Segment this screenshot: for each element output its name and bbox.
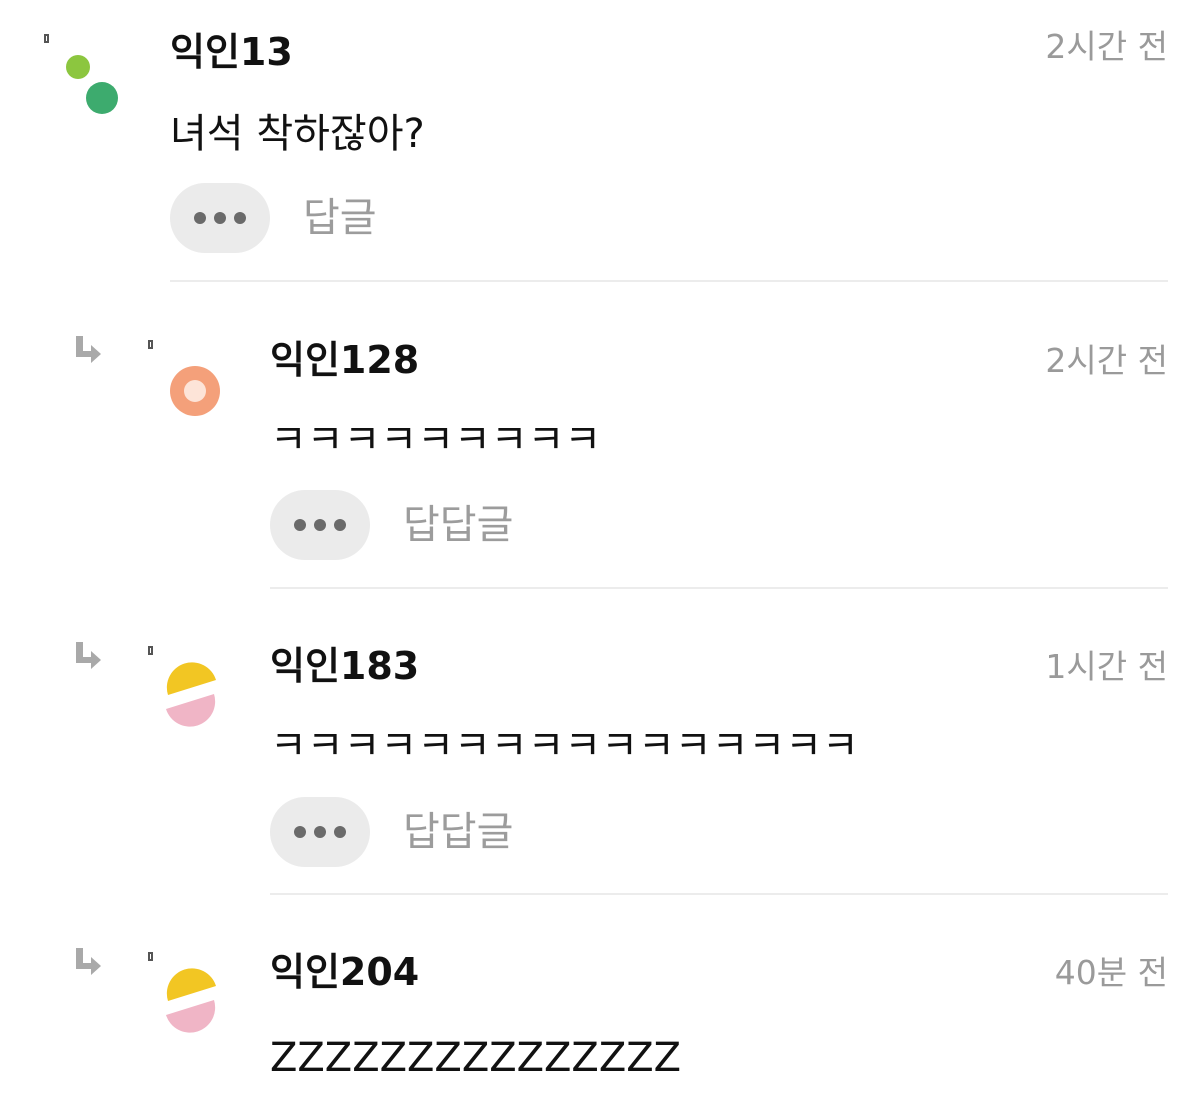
comment-text: ZZZZZZZZZZZZZZZ [270,1035,682,1081]
reply-item: 익인204 40분 전 ZZZZZZZZZZZZZZZ [0,0,1200,1093]
yellow-pink-halves-icon [166,968,216,1033]
comment-time: 40분 전 [1054,953,1168,992]
comment-author[interactable]: 익인204 [270,953,419,991]
comment-marker-icon [148,952,153,961]
reply-arrow-icon [76,948,101,975]
